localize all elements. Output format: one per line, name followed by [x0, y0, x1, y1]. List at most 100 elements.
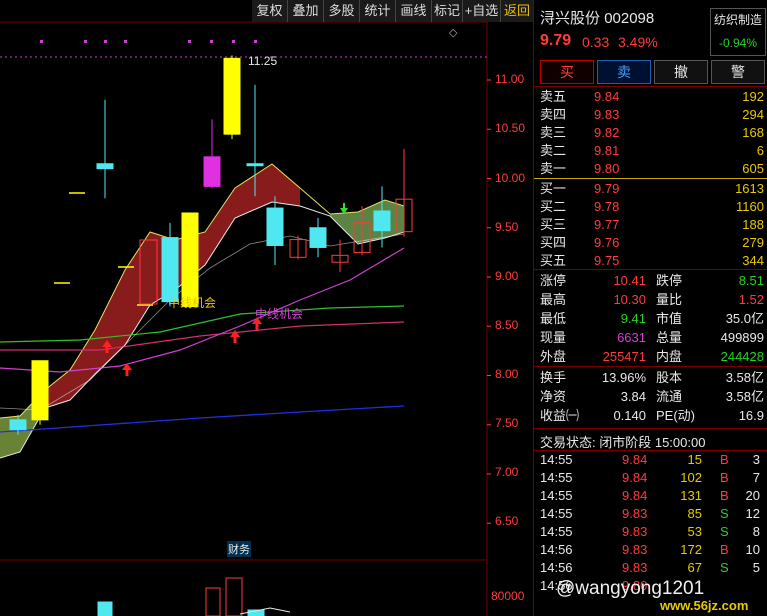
band-green-right: [330, 200, 404, 244]
toolbar-statistics-button[interactable]: 统计: [360, 0, 396, 22]
signal-dot: [124, 40, 127, 43]
volume-bar: [97, 601, 113, 616]
stats-row: 净资 3.84 流通 3.58亿: [540, 388, 764, 406]
alert-button[interactable]: 警: [711, 60, 765, 84]
volume-bar: [205, 587, 221, 616]
tick-count: 20: [745, 488, 760, 503]
stats-row: 最低 9.41 市值 35.0亿: [540, 310, 764, 328]
order-label: 买三: [540, 217, 567, 232]
tick-volume: 102: [680, 470, 702, 485]
stat-label: 最高: [540, 292, 567, 307]
candle-body: [96, 163, 114, 170]
toolbar-overlay-button[interactable]: 叠加: [288, 0, 324, 22]
tick-row: 14:55 9.84 131 B 20: [540, 487, 764, 505]
stat-value: 13.96%: [601, 370, 646, 385]
price-axis-label: 10.50: [495, 121, 526, 135]
high-price-label: 11.25: [248, 54, 278, 68]
tick-count: 3: [752, 452, 760, 467]
order-volume: 1613: [735, 181, 764, 196]
kline-chart-area[interactable]: 复权 叠加 多股 统计 画线 标记 +自选 返回 11.00 10.50 10.…: [0, 0, 534, 616]
tick-volume: 67: [687, 560, 702, 575]
candle-body: [223, 57, 241, 135]
order-label: 买一: [540, 181, 567, 196]
toolbar-multi-stock-button[interactable]: 多股: [324, 0, 360, 22]
order-volume: 168: [742, 125, 764, 140]
stat-value: 16.9: [738, 408, 764, 423]
signal-dot: [40, 40, 43, 43]
order-volume: 294: [742, 107, 764, 122]
order-volume: 188: [742, 217, 764, 232]
stat-value: 8.51: [738, 273, 764, 288]
price-axis-label: 7.50: [495, 416, 519, 430]
order-label: 卖一: [540, 161, 567, 176]
stat-label: 最低: [540, 311, 567, 326]
order-book-buy-row: 买一 9.79 1613: [540, 180, 764, 198]
industry-box[interactable]: 纺织制造 -0.94%: [710, 8, 766, 56]
sell-button[interactable]: 卖: [597, 60, 651, 84]
order-price: 9.75: [594, 253, 620, 268]
tick-volume: 131: [680, 488, 702, 503]
indicator-tab-finance[interactable]: 财务: [227, 541, 251, 557]
order-price: 9.78: [594, 199, 620, 214]
stat-value: 0.140: [613, 408, 646, 423]
signal-dot: [84, 40, 87, 43]
signal-label-1: 中线机会: [168, 296, 217, 310]
industry-pct: -0.94%: [718, 36, 758, 50]
tick-price: 9.84: [622, 452, 648, 467]
order-label: 买二: [540, 199, 567, 214]
stat-label: 现量: [540, 330, 567, 345]
stats-row: 现量 6631 总量 499899: [540, 329, 764, 347]
order-book-sell-row: 卖五 9.84 192: [540, 88, 764, 106]
price-axis-label: 6.50: [495, 514, 519, 528]
ma-pink-line: [0, 321, 405, 351]
candle-body: [31, 360, 49, 421]
cancel-order-button[interactable]: 撤: [654, 60, 708, 84]
toolbar-draw-line-button[interactable]: 画线: [396, 0, 432, 22]
tick-side: B: [720, 470, 729, 485]
price-axis-label: 11.00: [495, 72, 525, 86]
order-price: 9.76: [594, 235, 620, 250]
tick-count: 12: [745, 506, 760, 521]
stat-value: 35.0亿: [725, 311, 764, 326]
stat-value: 1.52: [738, 292, 764, 307]
order-book-sell-row: 卖二 9.81 6: [540, 142, 764, 160]
tick-row: 14:55 9.84 102 B 7: [540, 469, 764, 487]
stats-row: 涨停 10.41 跌停 8.51: [540, 272, 764, 290]
stats-row: 外盘 255471 内盘 244428: [540, 348, 764, 366]
stock-code: 002098: [604, 10, 655, 27]
buy-button[interactable]: 买: [540, 60, 594, 84]
order-label: 卖三: [540, 125, 567, 140]
toolbar-back-button[interactable]: 返回: [501, 0, 534, 22]
diamond-icon[interactable]: ◇: [449, 26, 457, 39]
signal-label-2: 中线机会: [255, 307, 304, 321]
tick-row: 14:56 9.83 67 S 5: [540, 559, 764, 577]
stat-value: 9.41: [620, 311, 646, 326]
stat-label: 总量: [656, 330, 683, 345]
order-label: 卖四: [540, 107, 567, 122]
order-volume: 605: [742, 161, 764, 176]
stat-label: 量比: [656, 292, 683, 307]
volume-axis-label: 80000: [491, 589, 525, 603]
order-book-buy-row: 买二 9.78 1160: [540, 198, 764, 216]
toolbar-add-watchlist-button[interactable]: +自选: [463, 0, 501, 22]
stats-row: 最高 10.30 量比 1.52: [540, 291, 764, 309]
order-price: 9.81: [594, 143, 620, 158]
stat-value: 3.58亿: [725, 389, 764, 404]
tick-time: 14:55: [540, 506, 573, 521]
price-axis-label: 8.00: [495, 367, 519, 381]
order-volume: 1160: [736, 199, 764, 214]
tick-side: S: [720, 506, 729, 521]
tick-price: 9.84: [622, 488, 648, 503]
tick-side: S: [720, 524, 729, 539]
candle-body: [181, 212, 199, 308]
stat-label: 涨停: [540, 273, 567, 288]
price-change-pct: 3.49%: [618, 34, 658, 50]
toolbar-restore-rights-button[interactable]: 复权: [252, 0, 288, 22]
price-axis-label: 8.50: [495, 318, 519, 332]
order-price: 9.80: [594, 161, 620, 176]
candle-body: [161, 237, 179, 303]
toolbar-mark-button[interactable]: 标记: [432, 0, 463, 22]
order-price: 9.84: [594, 89, 620, 104]
tick-price: 9.83: [622, 560, 648, 575]
order-volume: 279: [742, 235, 764, 250]
